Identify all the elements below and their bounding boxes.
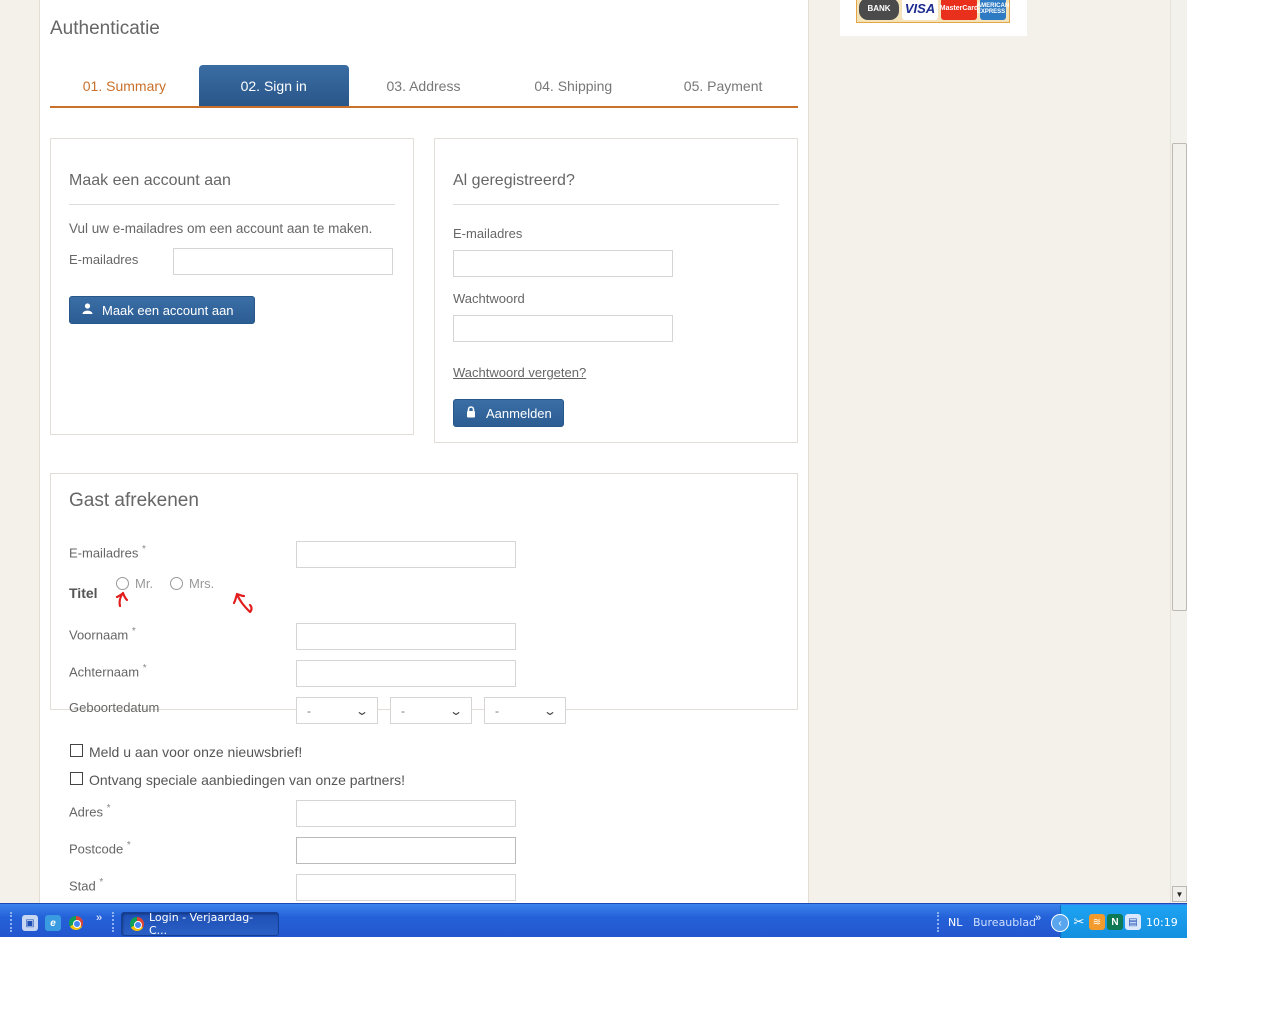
title-mrs-label: Mrs. [189, 576, 215, 591]
language-indicator[interactable]: NL [948, 916, 962, 929]
create-account-email-label: E-mailadres [69, 252, 139, 267]
lastname-label: Achternaam * [69, 663, 147, 680]
create-account-button-label: Maak een account aan [102, 302, 234, 318]
taskbar-window-button[interactable]: Login - Verjaardag-C... [121, 911, 279, 937]
login-email-input[interactable] [453, 250, 673, 277]
city-label: Stad * [69, 877, 104, 894]
postcode-input[interactable] [296, 837, 516, 864]
annotation-arrow-icon [115, 591, 129, 608]
login-email-label: E-mailadres [453, 226, 523, 241]
page-title: Authenticatie [50, 18, 160, 39]
login-password-input[interactable] [453, 315, 673, 342]
guest-checkout-title: Gast afrekenen [69, 490, 199, 511]
birthdate-month-select[interactable]: - ⌄ [390, 697, 472, 724]
clock: 10:19 [1146, 916, 1178, 929]
chevron-down-icon: ⌄ [448, 703, 464, 718]
step-shipping: 04. Shipping [534, 77, 613, 94]
forgot-password-link[interactable]: Wachtwoord vergeten? [453, 365, 586, 380]
tray-collapse-icon[interactable]: ‹ [1051, 914, 1069, 932]
tray-app-icon[interactable]: ≋ [1089, 914, 1105, 930]
lastname-input[interactable] [296, 660, 516, 687]
scroll-down-button[interactable]: ▼ [1172, 886, 1187, 902]
birthdate-day-select[interactable]: - ⌄ [296, 697, 378, 724]
title-mrs-radio[interactable] [170, 577, 183, 590]
login-password-label: Wachtwoord [453, 291, 525, 306]
sidebar-payment-block: BANK VISA MasterCard AMERICAN EXPRESS [840, 0, 1027, 36]
birthdate-year-select[interactable]: - ⌄ [484, 697, 566, 724]
payment-logos: BANK VISA MasterCard AMERICAN EXPRESS [856, 0, 1010, 23]
taskbar-grip [937, 912, 940, 932]
desktop-toolbar-label[interactable]: Bureaublad [973, 916, 1036, 929]
login-title: Al geregistreerd? [453, 172, 575, 189]
annotation-arrow-icon [232, 592, 253, 614]
create-account-title: Maak een account aan [69, 172, 231, 189]
lock-icon [465, 405, 477, 421]
city-input[interactable] [296, 874, 516, 901]
chrome-icon[interactable] [68, 915, 84, 931]
visa-logo: VISA [902, 0, 938, 20]
create-account-instruction: Vul uw e-mailadres om een account aan te… [69, 221, 373, 236]
address-label: Adres * [69, 803, 111, 820]
create-account-box: Maak een account aan Vul uw e-mailadres … [50, 138, 414, 435]
bank-logo: BANK [859, 0, 899, 20]
firstname-label: Voornaam * [69, 626, 136, 643]
create-account-email-input[interactable] [173, 248, 393, 275]
internet-explorer-icon[interactable]: e [45, 915, 61, 931]
scissors-icon[interactable]: ✂ [1071, 914, 1087, 930]
main-content: Authenticatie 01. Summary 02. Sign in 03… [39, 0, 809, 903]
tray-n-icon[interactable]: N [1107, 914, 1123, 930]
user-icon [81, 303, 93, 317]
amex-logo: AMERICAN EXPRESS [977, 0, 1009, 20]
newsletter-label: Meld u aan voor onze nieuwsbrief! [89, 744, 303, 760]
scrollbar-thumb[interactable] [1172, 143, 1187, 611]
birthdate-label: Geboortedatum [69, 700, 160, 715]
show-desktop-icon[interactable]: ▣ [22, 915, 38, 931]
postcode-label: Postcode * [69, 840, 131, 857]
taskbar-window-title: Login - Verjaardag-C... [149, 911, 254, 937]
newsletter-checkbox[interactable] [70, 744, 83, 757]
guest-email-label: E-mailadres * [69, 544, 146, 561]
vertical-scrollbar[interactable]: ▼ [1170, 0, 1187, 903]
divider [453, 204, 779, 205]
step-summary[interactable]: 01. Summary [50, 65, 199, 106]
mastercard-logo: MasterCard [940, 0, 978, 20]
chrome-icon [130, 917, 144, 931]
create-account-button[interactable]: Maak een account aan [69, 296, 255, 324]
guest-email-input[interactable] [296, 541, 516, 568]
quicklaunch-chevron-icon[interactable]: » [96, 912, 102, 924]
login-button[interactable]: Aanmelden [453, 399, 564, 427]
firstname-input[interactable] [296, 623, 516, 650]
address-input[interactable] [296, 800, 516, 827]
step-sign-in[interactable]: 02. Sign in [198, 65, 349, 106]
browser-viewport: Authenticatie 01. Summary 02. Sign in 03… [0, 0, 1170, 903]
taskbar-grip [112, 912, 115, 932]
title-mr-label: Mr. [135, 576, 154, 591]
partners-checkbox[interactable] [70, 772, 83, 785]
windows-taskbar: ▣ e » Login - Verjaardag-C... NL Bureaub… [0, 903, 1187, 938]
title-label: Titel [69, 585, 98, 601]
chevron-down-icon: ⌄ [542, 703, 558, 718]
divider [69, 204, 395, 205]
checkout-steps: 01. Summary 02. Sign in 03. Address 04. … [50, 65, 798, 108]
step-payment: 05. Payment [683, 77, 763, 94]
login-button-label: Aanmelden [486, 405, 552, 421]
toolbar-chevron-icon[interactable]: » [1035, 912, 1041, 924]
tray-network-icon[interactable]: ▤ [1125, 914, 1141, 930]
taskbar-grip [10, 912, 13, 932]
partners-label: Ontvang speciale aanbiedingen van onze p… [89, 772, 405, 788]
chevron-down-icon: ⌄ [354, 703, 370, 718]
login-box: Al geregistreerd? E-mailadres Wachtwoord… [434, 138, 798, 443]
step-address: 03. Address [386, 77, 461, 94]
